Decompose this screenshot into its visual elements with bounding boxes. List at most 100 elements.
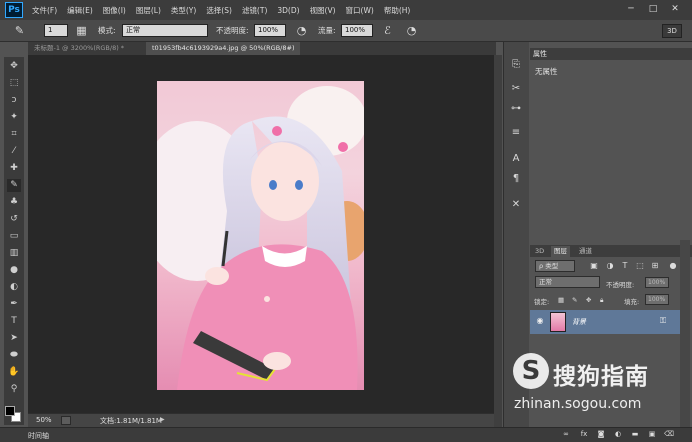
document-size: 文档:1.81M/1.81M: [100, 417, 162, 425]
layer-lock-icon: ⚿: [660, 316, 667, 325]
move-tool-icon[interactable]: ✥: [7, 60, 21, 73]
filter-pixel-icon[interactable]: ▣: [589, 260, 599, 272]
history-brush-icon[interactable]: ↺: [7, 213, 21, 226]
blur-tool-icon[interactable]: ●: [7, 264, 21, 277]
delete-layer-icon[interactable]: ⌫: [663, 429, 675, 439]
filter-type-icon[interactable]: T: [620, 260, 630, 272]
menu-file[interactable]: 文件(F): [32, 5, 57, 16]
menu-edit[interactable]: 编辑(E): [67, 5, 93, 16]
menu-image[interactable]: 图像(I): [103, 5, 126, 16]
minimize-button[interactable]: ─: [624, 3, 638, 15]
path-select-icon[interactable]: ➤: [7, 332, 21, 345]
layer-name[interactable]: 背景: [572, 317, 586, 327]
brush-tool-icon[interactable]: ✎: [7, 179, 21, 192]
healing-brush-icon[interactable]: ✚: [7, 162, 21, 175]
status-menu-arrow-icon[interactable]: ▶: [160, 416, 165, 423]
magic-wand-icon[interactable]: ✦: [7, 111, 21, 124]
tab-layers[interactable]: 图层: [551, 246, 570, 257]
tool-presets-icon[interactable]: ✕: [509, 198, 523, 212]
eraser-tool-icon[interactable]: ▭: [7, 230, 21, 243]
new-layer-icon[interactable]: ▣: [646, 429, 658, 439]
visibility-eye-icon[interactable]: ◉: [535, 316, 545, 326]
layer-thumbnail[interactable]: [550, 312, 566, 332]
brush-panel-icon[interactable]: ▦: [74, 23, 89, 38]
styles-icon[interactable]: ≡: [509, 126, 523, 140]
menu-bar: Ps 文件(F) 编辑(E) 图像(I) 图层(L) 类型(Y) 选择(S) 滤…: [0, 0, 692, 20]
layer-style-icon[interactable]: fx: [578, 429, 590, 439]
menu-select[interactable]: 选择(S): [206, 5, 232, 16]
history-icon[interactable]: ⎘: [509, 58, 523, 72]
document-image[interactable]: [157, 81, 364, 390]
brush-size-picker[interactable]: 1: [44, 24, 68, 37]
menu-layer[interactable]: 图层(L): [136, 5, 161, 16]
timeline-label[interactable]: 时间轴: [28, 431, 49, 441]
lock-all-icon[interactable]: 🔒︎: [600, 296, 603, 305]
lock-position-icon[interactable]: ✥: [586, 296, 591, 304]
workspace-3d-button[interactable]: 3D: [662, 24, 682, 38]
airbrush-icon[interactable]: ℰ: [380, 23, 395, 38]
pressure-size-icon[interactable]: ◔: [404, 23, 419, 38]
lasso-tool-icon[interactable]: ↄ: [7, 94, 21, 107]
crop-tool-icon[interactable]: ⌗: [7, 128, 21, 141]
adjustment-layer-icon[interactable]: ◐: [612, 429, 624, 439]
status-info-icon[interactable]: [61, 416, 71, 425]
opacity-input[interactable]: 100%: [254, 24, 286, 37]
layer-mask-icon[interactable]: ◙: [595, 429, 607, 439]
tab-3d[interactable]: 3D: [532, 246, 547, 257]
menu-window[interactable]: 窗口(W): [346, 5, 374, 16]
mode-select[interactable]: 正常: [122, 24, 208, 37]
menu-type[interactable]: 类型(Y): [171, 5, 196, 16]
adjustments-icon[interactable]: ⊶: [509, 102, 523, 116]
maximize-button[interactable]: □: [646, 3, 660, 15]
menu-3d[interactable]: 3D(D): [277, 6, 299, 15]
photo-illustration: [157, 86, 364, 390]
brush-preset-icon[interactable]: ✎: [12, 23, 27, 38]
zoom-tool-icon[interactable]: ⚲: [7, 383, 21, 396]
menu-help[interactable]: 帮助(H): [384, 5, 411, 16]
layers-scrollbar[interactable]: [680, 240, 690, 427]
filter-adjustment-icon[interactable]: ◑: [605, 260, 615, 272]
properties-empty-text: 无属性: [535, 67, 558, 76]
dodge-tool-icon[interactable]: ◐: [7, 281, 21, 294]
type-tool-icon[interactable]: T: [7, 315, 21, 328]
canvas-scrollbar[interactable]: [494, 55, 502, 427]
eyedropper-icon[interactable]: ⁄: [7, 145, 21, 158]
shape-tool-icon[interactable]: ⬬: [7, 349, 21, 362]
hand-tool-icon[interactable]: ✋: [7, 366, 21, 379]
tab-photo[interactable]: t01953fb4c6193929a4.jpg @ 50%(RGB/8#): [146, 42, 301, 55]
filter-smart-icon[interactable]: ⊞: [650, 260, 660, 272]
zoom-level[interactable]: 50%: [36, 416, 52, 424]
pen-tool-icon[interactable]: ✒: [7, 298, 21, 311]
marquee-tool-icon[interactable]: ⬚: [7, 77, 21, 90]
layer-filter-select[interactable]: ρ 类型: [535, 260, 575, 272]
flow-input[interactable]: 100%: [341, 24, 373, 37]
filter-toggle-icon[interactable]: ●: [668, 260, 678, 272]
fill-input[interactable]: 100%: [645, 294, 669, 305]
lock-transparent-icon[interactable]: ▦: [558, 296, 564, 304]
app-logo: Ps: [5, 2, 23, 18]
character-icon[interactable]: A: [509, 152, 523, 166]
foreground-color-swatch[interactable]: [5, 406, 15, 416]
pressure-opacity-icon[interactable]: ◔: [294, 23, 309, 38]
tab-properties[interactable]: 属性: [533, 49, 547, 59]
menu-filter[interactable]: 滤镜(T): [242, 5, 267, 16]
new-group-icon[interactable]: ▬: [629, 429, 641, 439]
filter-shape-icon[interactable]: ⬚: [635, 260, 645, 272]
paragraph-icon[interactable]: ¶: [509, 172, 523, 186]
stamp-tool-icon[interactable]: ♣: [7, 196, 21, 209]
lock-pixels-icon[interactable]: ✎: [572, 296, 577, 304]
actions-icon[interactable]: ✂: [509, 82, 523, 96]
menu-view[interactable]: 视图(V): [310, 5, 336, 16]
layer-opacity-input[interactable]: 100%: [645, 277, 669, 288]
flow-label: 流量:: [318, 26, 336, 35]
gradient-tool-icon[interactable]: ▥: [7, 247, 21, 260]
fill-label: 填充:: [624, 298, 640, 306]
status-bar: 50% 文档:1.81M/1.81M ▶: [28, 413, 494, 427]
tab-channels[interactable]: 通道: [576, 246, 595, 257]
blend-mode-select[interactable]: 正常: [535, 276, 600, 288]
link-layers-icon[interactable]: ∞: [560, 429, 572, 439]
tab-untitled[interactable]: 未标题-1 @ 3200%(RGB/8) *: [28, 42, 130, 55]
lock-label: 锁定:: [534, 298, 550, 306]
mode-label: 模式:: [98, 26, 116, 35]
close-button[interactable]: ✕: [668, 3, 682, 15]
